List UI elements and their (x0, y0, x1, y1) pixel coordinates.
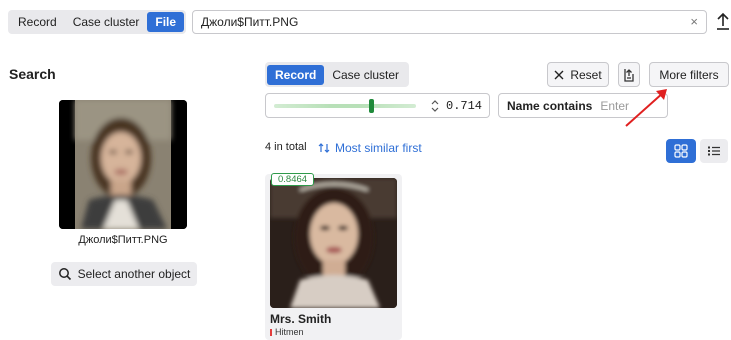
list-view-button[interactable] (700, 139, 728, 163)
similarity-score-badge: 0.8464 (271, 173, 315, 186)
list-icon (708, 146, 720, 156)
result-card[interactable]: 0.8464 Mrs. Smith Hitmen (265, 173, 402, 340)
results-total: 4 in total (265, 141, 307, 153)
file-input[interactable] (201, 14, 671, 30)
clear-icon[interactable]: × (690, 14, 698, 30)
reset-button[interactable]: Reset (547, 62, 609, 87)
tab-result-case-cluster[interactable]: Case cluster (324, 65, 407, 85)
result-image (270, 178, 397, 308)
query-image (59, 100, 187, 229)
tab-result-record[interactable]: Record (267, 64, 325, 85)
export-icon (624, 68, 634, 82)
grid-icon (674, 144, 688, 158)
name-contains-filter: Name contains (498, 93, 668, 118)
tab-case-cluster[interactable]: Case cluster (65, 12, 148, 32)
select-another-object-label: Select another object (77, 267, 191, 281)
sort-icon (318, 143, 330, 153)
similarity-slider[interactable] (265, 93, 425, 118)
stepper-icon (431, 99, 439, 112)
slider-handle[interactable] (369, 99, 374, 113)
upload-icon (717, 12, 729, 30)
tab-file[interactable]: File (147, 12, 185, 32)
sort-toggle[interactable]: Most similar first (318, 141, 422, 155)
tag-color-marker (270, 328, 272, 336)
export-button[interactable] (618, 62, 640, 87)
result-type-tabs: Record Case cluster (265, 62, 410, 87)
search-icon (58, 268, 71, 281)
file-input-box: × (192, 10, 707, 34)
reset-label: Reset (570, 67, 602, 82)
result-tag: Hitmen (270, 327, 304, 337)
tab-record[interactable]: Record (10, 12, 65, 32)
upload-button[interactable] (712, 10, 731, 34)
result-tag-label: Hitmen (275, 327, 304, 337)
search-title: Search (9, 66, 56, 82)
close-icon (554, 70, 564, 79)
similarity-stepper[interactable]: 0.714 (424, 93, 490, 118)
slider-track (274, 104, 416, 108)
source-tabs: Record Case cluster File (8, 10, 187, 34)
more-filters-button[interactable]: More filters (649, 62, 729, 87)
similarity-value: 0.714 (446, 98, 483, 113)
result-name: Mrs. Smith (270, 312, 332, 326)
sort-label: Most similar first (335, 141, 422, 155)
grid-view-button[interactable] (666, 139, 696, 163)
name-contains-label: Name contains (507, 98, 593, 113)
query-filename: Джоли$Питт.PNG (78, 234, 168, 246)
name-contains-input[interactable] (600, 98, 661, 113)
select-another-object-button[interactable]: Select another object (51, 262, 197, 286)
